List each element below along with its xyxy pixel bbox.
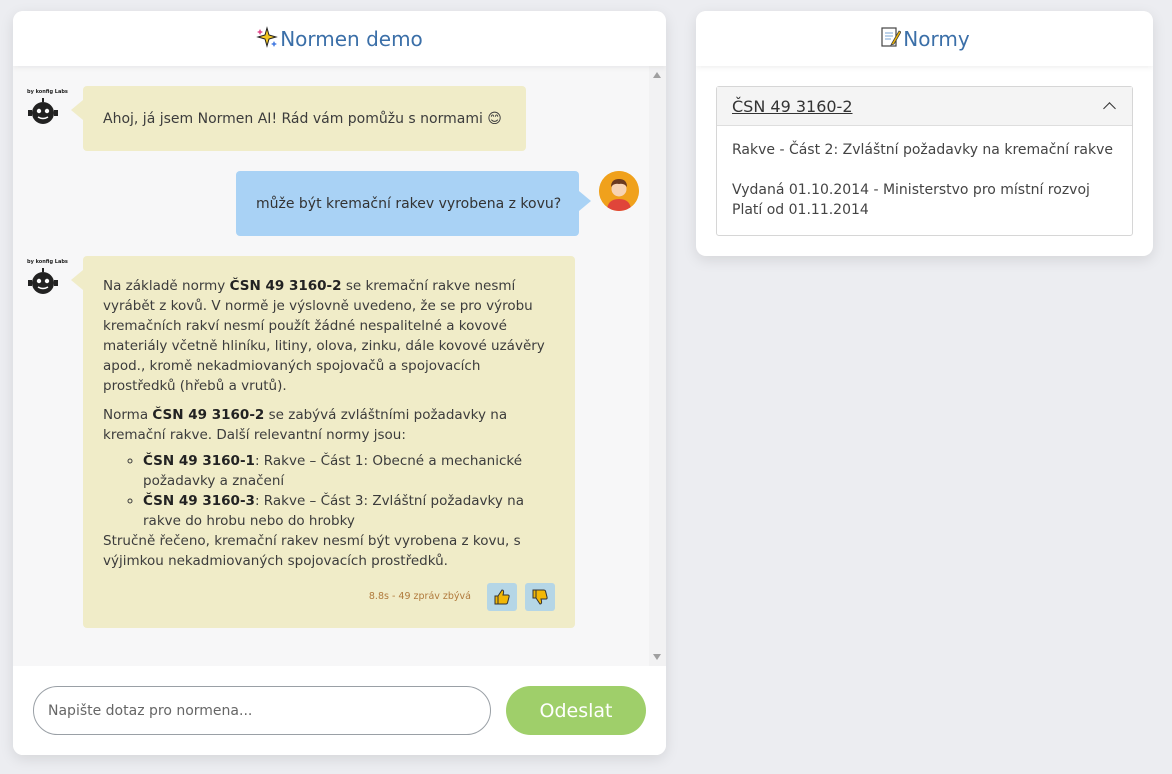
scroll-up-icon[interactable] xyxy=(653,72,661,78)
related-norms-list: ČSN 49 3160-1: Rakve – Část 1: Obecné a … xyxy=(103,451,555,531)
chat-input[interactable] xyxy=(33,686,491,735)
norms-header: Normy xyxy=(696,11,1153,66)
norms-panel: Normy ČSN 49 3160-2 Rakve - Část 2: Zvlá… xyxy=(696,11,1153,256)
bot-message: Ahoj, já jsem Normen AI! Rád vám pomůžu … xyxy=(71,86,526,151)
send-button[interactable]: Odeslat xyxy=(506,686,646,735)
input-bar: Odeslat xyxy=(13,666,666,755)
message-text: může být kremační rakev vyrobena z kovu? xyxy=(256,195,562,212)
chat-panel: Normen demo by konfig Labs Ahoj, já jsem… xyxy=(13,11,666,755)
chevron-up-icon[interactable] xyxy=(1103,102,1116,115)
norm-reference: ČSN 49 3160-2 xyxy=(152,407,265,423)
bot-logo-text: by konfig Labs xyxy=(27,259,68,265)
bot-logo-text: by konfig Labs xyxy=(27,89,68,95)
thumbs-up-button[interactable] xyxy=(487,583,517,611)
bot-avatar: by konfig Labs xyxy=(27,259,68,297)
norm-reference: ČSN 49 3160-3 xyxy=(143,493,255,509)
norm-reference: ČSN 49 3160-2 xyxy=(229,278,342,294)
norm-code-link[interactable]: ČSN 49 3160-2 xyxy=(732,97,853,116)
norm-accordion: ČSN 49 3160-2 Rakve - Část 2: Zvláštní p… xyxy=(716,86,1133,236)
answer-text: Na základě normy xyxy=(103,278,230,294)
norm-valid-from: Platí od 01.11.2014 xyxy=(732,202,869,218)
user-avatar-icon xyxy=(599,171,639,211)
answer-text: Norma xyxy=(103,407,153,423)
robot-icon xyxy=(28,98,58,124)
norm-issued: Vydaná 01.10.2014 - Ministerstvo pro mís… xyxy=(732,182,1090,198)
norm-details: Rakve - Část 2: Zvláštní požadavky na kr… xyxy=(717,126,1132,220)
response-meta: 8.8s - 49 zpráv zbývá xyxy=(368,591,471,602)
answer-paragraph: Na základě normy ČSN 49 3160-2 se kremač… xyxy=(103,276,555,396)
scrollbar[interactable] xyxy=(649,66,666,666)
answer-paragraph: Norma ČSN 49 3160-2 se zabývá zvláštními… xyxy=(103,405,555,445)
user-message: může být kremační rakev vyrobena z kovu? xyxy=(236,171,591,236)
norm-accordion-header[interactable]: ČSN 49 3160-2 xyxy=(717,87,1132,126)
norm-description: Rakve - Část 2: Zvláštní požadavky na kr… xyxy=(732,142,1113,158)
chat-title: Normen demo xyxy=(280,26,423,51)
norms-title: Normy xyxy=(903,26,970,51)
robot-icon xyxy=(28,268,58,294)
message-text: Ahoj, já jsem Normen AI! Rád vám pomůžu … xyxy=(103,110,502,127)
bot-message: Na základě normy ČSN 49 3160-2 se kremač… xyxy=(71,256,575,628)
sparkles-icon xyxy=(256,26,279,51)
answer-paragraph: Stručně řečeno, kremační rakev nesmí být… xyxy=(103,533,521,569)
norm-reference: ČSN 49 3160-1 xyxy=(143,453,255,469)
thumbs-down-button[interactable] xyxy=(525,583,555,611)
chat-header: Normen demo xyxy=(13,11,666,66)
message-list: by konfig Labs Ahoj, já jsem Normen AI! … xyxy=(13,66,649,666)
user-avatar xyxy=(599,171,639,211)
bot-avatar: by konfig Labs xyxy=(27,89,68,127)
thumbs-down-icon xyxy=(532,589,548,605)
scroll-down-icon[interactable] xyxy=(653,654,661,660)
message-meta: 8.8s - 49 zpráv zbývá xyxy=(369,583,555,611)
answer-text: se kremační rakve nesmí vyrábět z kovů. … xyxy=(103,278,545,394)
list-item: ČSN 49 3160-3: Rakve – Část 3: Zvláštní … xyxy=(143,491,555,531)
memo-icon xyxy=(879,26,902,51)
thumbs-up-icon xyxy=(494,589,510,605)
list-item: ČSN 49 3160-1: Rakve – Část 1: Obecné a … xyxy=(143,451,555,491)
